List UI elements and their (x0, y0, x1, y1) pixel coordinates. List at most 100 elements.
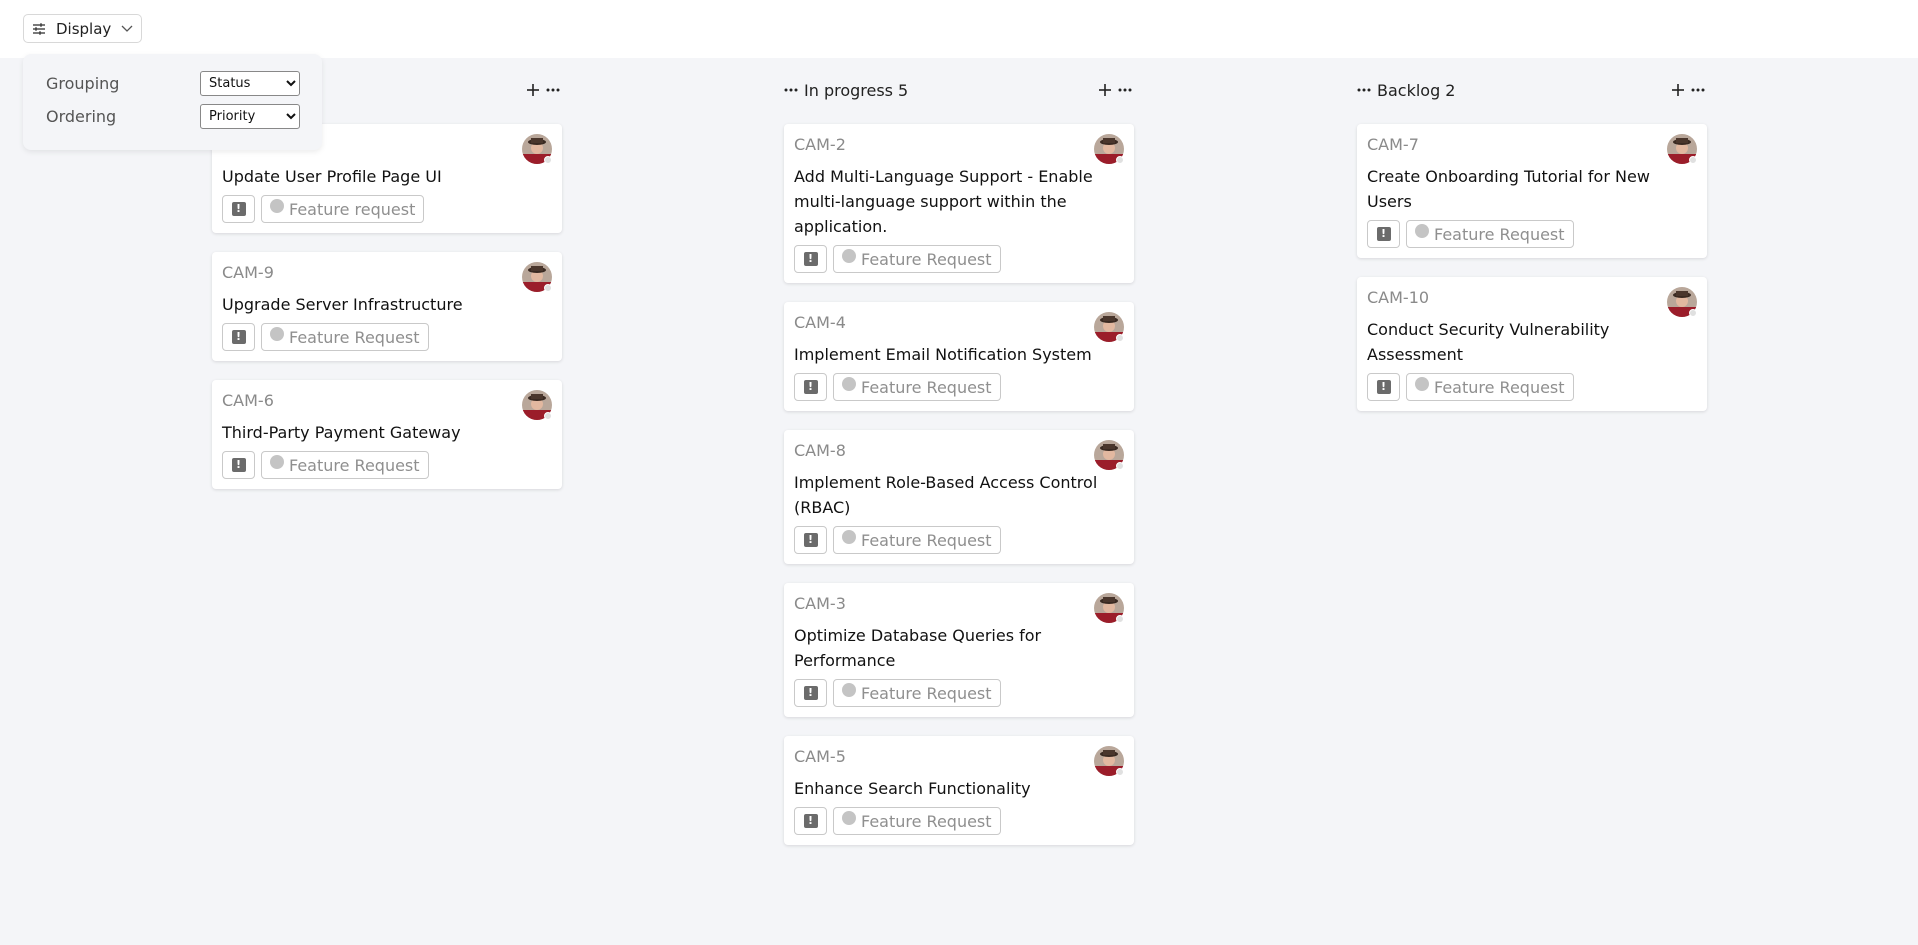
grouping-row: Grouping Status (46, 71, 300, 96)
column-header-backlog: Backlog 2 (1357, 76, 1455, 104)
tag-dot-icon (270, 327, 284, 341)
label-tag-text: Feature Request (289, 327, 420, 347)
label-tag[interactable]: Feature Request (833, 373, 1001, 401)
issue-id: CAM-6 (222, 391, 274, 410)
label-tag[interactable]: Feature request (261, 195, 425, 223)
urgent-priority-icon: ! (803, 380, 818, 394)
issue-card[interactable]: CAM-8 Implement Role-Based Access Contro… (784, 430, 1134, 564)
column-header-in-progress: In progress 5 (784, 76, 908, 104)
priority-badge[interactable]: ! (1367, 373, 1400, 401)
label-tag[interactable]: Feature Request (833, 679, 1001, 707)
tag-dot-icon (1415, 377, 1429, 391)
column-2-actions (1098, 76, 1132, 104)
label-tag[interactable]: Feature Request (833, 807, 1001, 835)
issue-tags: ! Feature Request (794, 245, 1124, 273)
user-avatar (1094, 746, 1124, 776)
issue-tags: ! Feature Request (794, 679, 1124, 707)
priority-badge[interactable]: ! (794, 526, 827, 554)
chevron-down-icon (121, 25, 133, 33)
urgent-priority-icon: ! (1376, 227, 1391, 241)
issue-card[interactable]: CAM-5 Enhance Search Functionality ! Fea… (784, 736, 1134, 845)
urgent-priority-icon: ! (803, 252, 818, 266)
issue-id: CAM-10 (1367, 288, 1430, 307)
user-avatar (1094, 440, 1124, 470)
tag-dot-icon (842, 811, 856, 825)
issue-card[interactable]: CAM-3 Optimize Database Queries for Perf… (784, 583, 1134, 717)
user-avatar (522, 262, 552, 292)
display-options-panel: Grouping Status Ordering Priority (23, 54, 322, 150)
priority-badge[interactable]: ! (1367, 220, 1400, 248)
issue-id: CAM-4 (794, 313, 846, 332)
priority-badge[interactable]: ! (794, 245, 827, 273)
issue-id: CAM-2 (794, 135, 846, 154)
label-tag[interactable]: Feature Request (833, 526, 1001, 554)
issue-tags: ! Feature Request (222, 451, 552, 479)
label-tag-text: Feature Request (861, 377, 992, 397)
plus-icon[interactable] (1098, 83, 1112, 97)
more-dots-icon[interactable] (546, 88, 560, 92)
issue-tags: ! Feature request (222, 195, 552, 223)
user-avatar (1094, 593, 1124, 623)
user-avatar (522, 390, 552, 420)
column-count: 5 (898, 80, 909, 100)
grouping-select[interactable]: Status (200, 71, 300, 96)
more-dots-icon[interactable] (1118, 88, 1132, 92)
issue-title: Upgrade Server Infrastructure (222, 295, 463, 314)
urgent-priority-icon: ! (803, 533, 818, 547)
column-1-actions (526, 76, 560, 104)
priority-badge[interactable]: ! (222, 323, 255, 351)
issue-title: Implement Email Notification System (794, 345, 1092, 364)
priority-badge[interactable]: ! (794, 679, 827, 707)
label-tag-text: Feature Request (289, 455, 420, 475)
ordering-label: Ordering (46, 107, 117, 126)
issue-card[interactable]: CAM-2 Add Multi-Language Support - Enabl… (784, 124, 1134, 283)
urgent-priority-icon: ! (231, 202, 246, 216)
issue-id: CAM-3 (794, 594, 846, 613)
plus-icon[interactable] (1671, 83, 1685, 97)
issue-id: CAM-5 (794, 747, 846, 766)
top-bar: Display (0, 0, 1918, 58)
issue-id: CAM-9 (222, 263, 274, 282)
tag-dot-icon (842, 249, 856, 263)
issue-tags: ! Feature Request (1367, 220, 1697, 248)
priority-badge[interactable]: ! (222, 195, 255, 223)
issue-title: Add Multi-Language Support - Enable mult… (794, 167, 1093, 236)
tag-dot-icon (270, 455, 284, 469)
tune-icon (32, 22, 46, 36)
label-tag[interactable]: Feature Request (261, 451, 429, 479)
more-dots-icon[interactable] (1357, 88, 1371, 92)
plus-icon[interactable] (526, 83, 540, 97)
label-tag-text: Feature Request (861, 811, 992, 831)
label-tag-text: Feature request (289, 199, 416, 219)
label-tag[interactable]: Feature Request (833, 245, 1001, 273)
label-tag[interactable]: Feature Request (1406, 220, 1574, 248)
tag-dot-icon (842, 683, 856, 697)
issue-card[interactable]: CAM-6 Third-Party Payment Gateway ! Feat… (212, 380, 562, 489)
more-dots-icon[interactable] (1691, 88, 1705, 92)
tag-dot-icon (842, 377, 856, 391)
column-3-actions (1671, 76, 1705, 104)
user-avatar (1094, 134, 1124, 164)
column-count: 2 (1445, 80, 1456, 100)
issue-id: CAM-7 (1367, 135, 1419, 154)
priority-badge[interactable]: ! (222, 451, 255, 479)
issue-title: Optimize Database Queries for Performanc… (794, 626, 1042, 670)
ordering-select[interactable]: Priority (200, 104, 300, 129)
label-tag-text: Feature Request (861, 530, 992, 550)
issue-card[interactable]: CAM-9 Upgrade Server Infrastructure ! Fe… (212, 252, 562, 361)
issue-title: Conduct Security Vulnerability Assessmen… (1367, 320, 1610, 364)
tag-dot-icon (270, 199, 284, 213)
label-tag-text: Feature Request (1434, 377, 1565, 397)
label-tag-text: Feature Request (861, 683, 992, 703)
display-button[interactable]: Display (23, 14, 142, 43)
issue-card[interactable]: CAM-10 Conduct Security Vulnerability As… (1357, 277, 1707, 411)
issue-card[interactable]: CAM-7 Create Onboarding Tutorial for New… (1357, 124, 1707, 258)
user-avatar (1667, 134, 1697, 164)
more-dots-icon[interactable] (784, 88, 798, 92)
issue-card[interactable]: CAM-4 Implement Email Notification Syste… (784, 302, 1134, 411)
priority-badge[interactable]: ! (794, 807, 827, 835)
label-tag-text: Feature Request (861, 249, 992, 269)
label-tag[interactable]: Feature Request (1406, 373, 1574, 401)
label-tag[interactable]: Feature Request (261, 323, 429, 351)
priority-badge[interactable]: ! (794, 373, 827, 401)
